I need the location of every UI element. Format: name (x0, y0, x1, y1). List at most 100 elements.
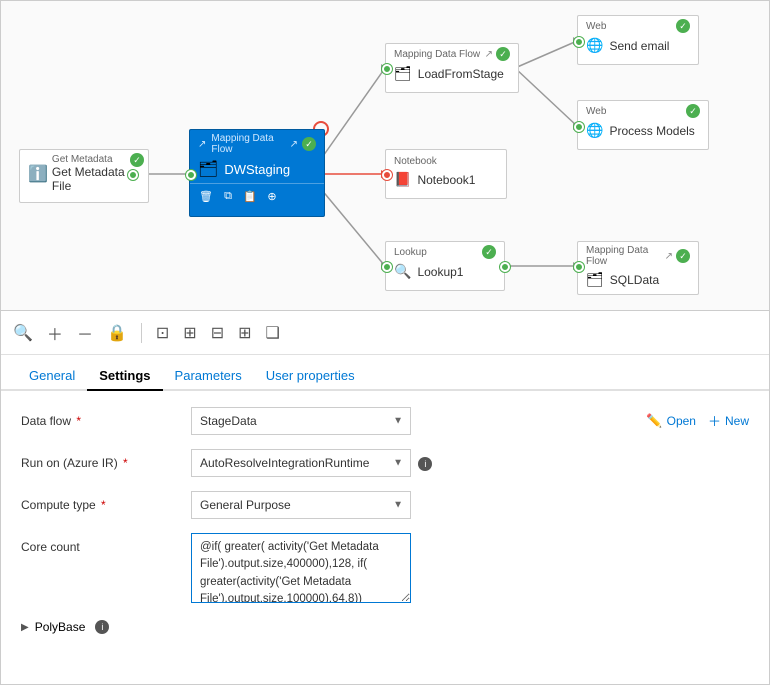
connector-dot-5 (382, 262, 392, 272)
lock-icon[interactable]: 🔒 (107, 323, 127, 343)
polybase-expand-arrow: ▶ (21, 622, 29, 633)
dw-staging-icon: 🗂 (198, 159, 218, 179)
run-on-select[interactable]: AutoResolveIntegrationRuntime (191, 449, 411, 477)
arrange-icon[interactable]: ⊞ (238, 323, 251, 343)
compute-type-select-wrapper: General Purpose ▼ (191, 491, 411, 519)
sql-data-title: SQLData (610, 273, 659, 287)
get-metadata-header: Get Metadata (52, 154, 140, 165)
polybase-label: PolyBase (35, 620, 86, 634)
send-email-check: ✓ (676, 19, 690, 33)
send-email-title: Send email (609, 39, 669, 53)
clone-btn[interactable]: 📋 (240, 186, 260, 206)
get-metadata-title: Get Metadata File (52, 165, 140, 193)
run-on-label: Run on (Azure IR) * (21, 449, 181, 470)
node-send-email[interactable]: Web ✓ 🌐 Send email (577, 15, 699, 65)
tab-parameters[interactable]: Parameters (163, 362, 254, 391)
dw-staging-header: Mapping Data Flow (211, 133, 289, 155)
canvas-toolbar: 🔍 ＋ － 🔒 ⊡ ⊞ ⊟ ⊞ ❑ (1, 311, 769, 355)
run-on-required: * (120, 456, 128, 470)
main-container: ℹ️ Get Metadata Get Metadata File ✓ ↗ Ma… (0, 0, 770, 685)
data-flow-row: Data flow * StageData ▼ ✏️ Open ＋ New (21, 407, 749, 435)
add-output-btn[interactable]: ⊕ (262, 186, 282, 206)
search-icon[interactable]: 🔍 (13, 323, 33, 343)
send-email-header: Web (586, 21, 606, 32)
open-icon: ✏️ (646, 413, 662, 429)
layers-icon[interactable]: ❑ (266, 323, 280, 343)
node-load-from-stage[interactable]: Mapping Data Flow ↗ ✓ 🗂 LoadFromStage (385, 43, 519, 93)
get-metadata-icon: ℹ️ (28, 164, 48, 184)
notebook1-header: Notebook (394, 156, 437, 167)
process-models-icon: 🌐 (586, 122, 603, 139)
dw-staging-check: ✓ (302, 137, 316, 151)
lookup1-check: ✓ (482, 245, 496, 259)
node-notebook1[interactable]: Notebook 📕 Notebook1 (385, 149, 507, 199)
lookup1-title: Lookup1 (417, 265, 463, 279)
get-metadata-check: ✓ (130, 153, 144, 167)
load-from-stage-title: LoadFromStage (418, 67, 504, 81)
plus-icon: ＋ (708, 411, 721, 430)
data-flow-select[interactable]: StageData (191, 407, 411, 435)
node-lookup1[interactable]: Lookup ✓ 🔍 Lookup1 (385, 241, 505, 291)
connector-dot-9 (574, 262, 584, 272)
tab-general[interactable]: General (17, 362, 87, 391)
lookup1-icon: 🔍 (394, 263, 411, 280)
zoom-in-icon[interactable]: ⊞ (183, 323, 196, 343)
connector-dot-6 (574, 37, 584, 47)
dw-staging-toolbar: 🗑 ⧉ 📋 ⊕ (190, 183, 324, 210)
process-models-title: Process Models (609, 124, 694, 138)
node-process-models[interactable]: Web ✓ 🌐 Process Models (577, 100, 709, 150)
toolbar-separator-1 (141, 323, 142, 343)
connector-dot-8 (500, 262, 510, 272)
run-on-info-icon: i (418, 457, 432, 471)
open-button[interactable]: ✏️ Open (646, 413, 696, 429)
settings-tabs: General Settings Parameters User propert… (1, 355, 769, 391)
compute-type-row: Compute type * General Purpose ▼ (21, 491, 749, 519)
data-flow-required: * (73, 414, 81, 428)
compute-type-label: Compute type * (21, 491, 181, 512)
compute-type-value: General Purpose ▼ (191, 491, 749, 519)
notebook1-title: Notebook1 (417, 173, 475, 187)
data-flow-label: Data flow * (21, 407, 181, 428)
zoom-out-icon[interactable]: ⊟ (211, 323, 224, 343)
core-count-textarea[interactable]: @if( greater( activity('Get Metadata Fil… (191, 533, 411, 603)
data-flow-select-wrapper: StageData ▼ (191, 407, 411, 435)
connector-dot-4 (382, 170, 392, 180)
process-models-header: Web (586, 106, 606, 117)
send-email-icon: 🌐 (586, 37, 603, 54)
process-models-check: ✓ (686, 104, 700, 118)
run-on-row: Run on (Azure IR) * AutoResolveIntegrati… (21, 449, 749, 477)
compute-type-required: * (98, 498, 106, 512)
core-count-row: Core count @if( greater( activity('Get M… (21, 533, 749, 606)
node-dw-staging[interactable]: ↗ Mapping Data Flow ↗ ✓ 🗂 DWStaging 🗑 ⧉ … (189, 129, 325, 217)
dw-staging-title: DWStaging (224, 162, 290, 177)
core-count-label: Core count (21, 533, 181, 554)
connector-dot-2 (186, 170, 196, 180)
copy-btn[interactable]: ⧉ (218, 186, 238, 206)
add-icon[interactable]: ＋ (47, 321, 63, 345)
compute-type-select[interactable]: General Purpose (191, 491, 411, 519)
delete-btn[interactable]: 🗑 (196, 186, 216, 206)
sql-data-check: ✓ (676, 249, 690, 263)
minus-icon[interactable]: － (77, 321, 93, 345)
polybase-row[interactable]: ▶ PolyBase i (21, 620, 749, 634)
polybase-info-icon: i (95, 620, 109, 634)
load-from-stage-header: Mapping Data Flow (394, 49, 480, 60)
node-sql-data[interactable]: Mapping Data Flow ↗ ✓ 🗂 SQLData (577, 241, 699, 295)
mapping-dataflow-icon-dw: ↗ (198, 139, 206, 150)
fit-page-icon[interactable]: ⊡ (156, 323, 169, 343)
lookup1-header: Lookup (394, 247, 427, 258)
sql-data-icon: 🗂 (586, 271, 604, 288)
run-on-select-wrapper: AutoResolveIntegrationRuntime ▼ (191, 449, 411, 477)
tab-user-properties[interactable]: User properties (254, 362, 367, 391)
new-button[interactable]: ＋ New (708, 411, 749, 430)
dw-staging-ext-icon: ↗ (290, 139, 298, 150)
data-flow-value: StageData ▼ (191, 407, 628, 435)
connector-dot-3 (382, 64, 392, 74)
canvas-area: ℹ️ Get Metadata Get Metadata File ✓ ↗ Ma… (1, 1, 769, 311)
load-from-stage-icon: 🗂 (394, 65, 412, 82)
sql-data-header: Mapping Data Flow (586, 245, 665, 267)
data-flow-actions: ✏️ Open ＋ New (646, 407, 749, 430)
load-from-stage-check: ✓ (496, 47, 510, 61)
properties-panel: Data flow * StageData ▼ ✏️ Open ＋ New (1, 391, 769, 684)
tab-settings[interactable]: Settings (87, 362, 162, 391)
